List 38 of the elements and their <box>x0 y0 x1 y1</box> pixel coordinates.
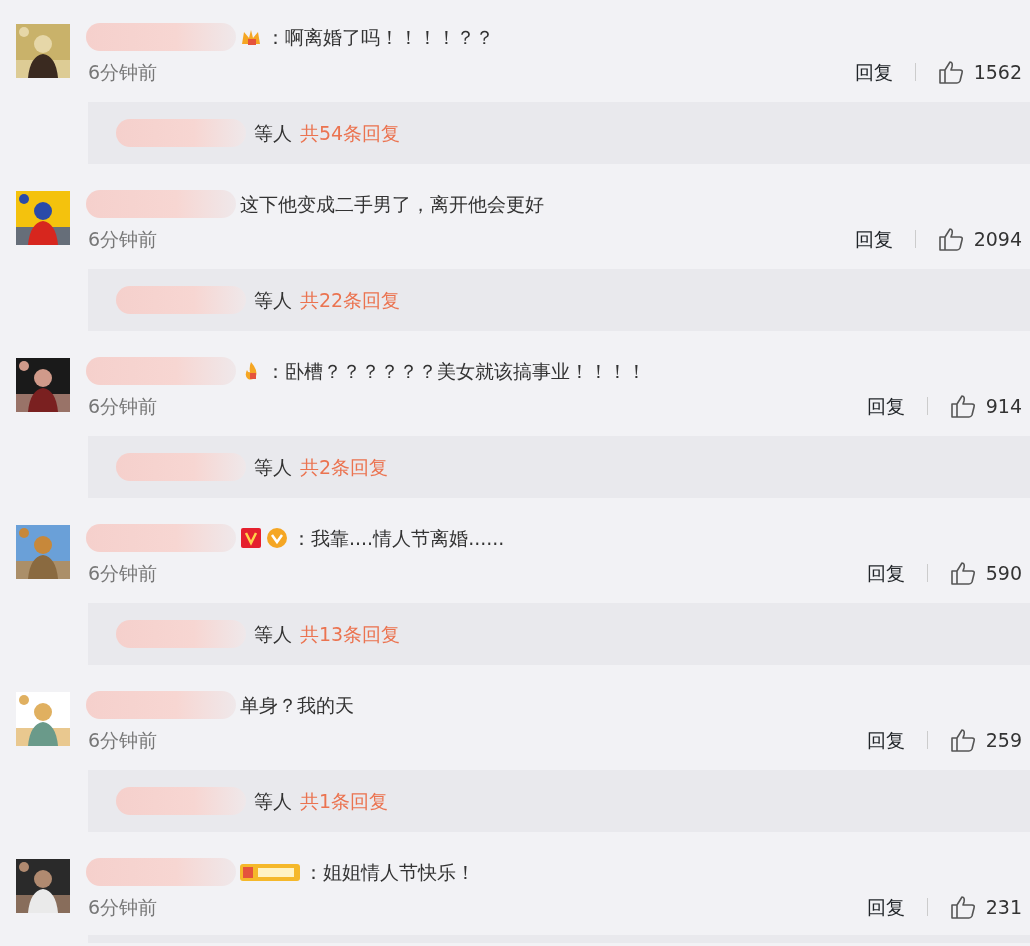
like-icon[interactable] <box>949 561 976 585</box>
like-icon[interactable] <box>949 728 976 752</box>
reply-users-text: 等人 <box>254 621 292 647</box>
comment-text: 单身？我的天 <box>240 692 354 718</box>
like-count: 231 <box>985 894 1022 920</box>
reply-link[interactable]: 回复 <box>866 725 905 755</box>
like-count: 259 <box>985 727 1022 753</box>
timestamp: 6分钟前 <box>88 894 158 920</box>
verified-icon <box>240 527 262 549</box>
like-icon[interactable] <box>937 227 964 251</box>
comment-text: ：啊离婚了吗！！！！？？ <box>266 24 494 50</box>
medal-icon <box>266 527 288 549</box>
comment-text: 这下他变成二手男了，离开他会更好 <box>240 191 544 217</box>
reply-users-text: 等人 <box>254 287 292 313</box>
timestamp: 6分钟前 <box>88 226 158 252</box>
like-icon[interactable] <box>949 394 976 418</box>
reply-link[interactable]: 回复 <box>866 558 905 588</box>
reply-link[interactable]: 回复 <box>866 391 905 421</box>
like-count: 914 <box>985 393 1022 419</box>
reply-link[interactable]: 回复 <box>854 57 893 87</box>
timestamp: 6分钟前 <box>88 393 158 419</box>
like-count: 590 <box>985 560 1022 586</box>
reply-link[interactable]: 回复 <box>854 224 893 254</box>
like-icon[interactable] <box>937 60 964 84</box>
level-badge-icon <box>240 861 300 883</box>
timestamp: 6分钟前 <box>88 59 158 85</box>
like-icon[interactable] <box>949 895 976 919</box>
reply-users-text: 等人 <box>254 788 292 814</box>
timestamp: 6分钟前 <box>88 560 158 586</box>
reply-users-text: 等人 <box>254 454 292 480</box>
reply-users-text: 等人 <box>254 120 292 146</box>
like-count: 2094 <box>973 226 1022 252</box>
reply-link[interactable]: 回复 <box>866 892 905 922</box>
comment-text: ：卧槽？？？？？？美女就该搞事业！！！！ <box>266 358 646 384</box>
timestamp: 6分钟前 <box>88 727 158 753</box>
comment-text: ：我靠....情人节离婚...... <box>292 525 505 551</box>
like-count: 1562 <box>973 59 1022 85</box>
comment-text: ：姐姐情人节快乐！ <box>304 859 475 885</box>
